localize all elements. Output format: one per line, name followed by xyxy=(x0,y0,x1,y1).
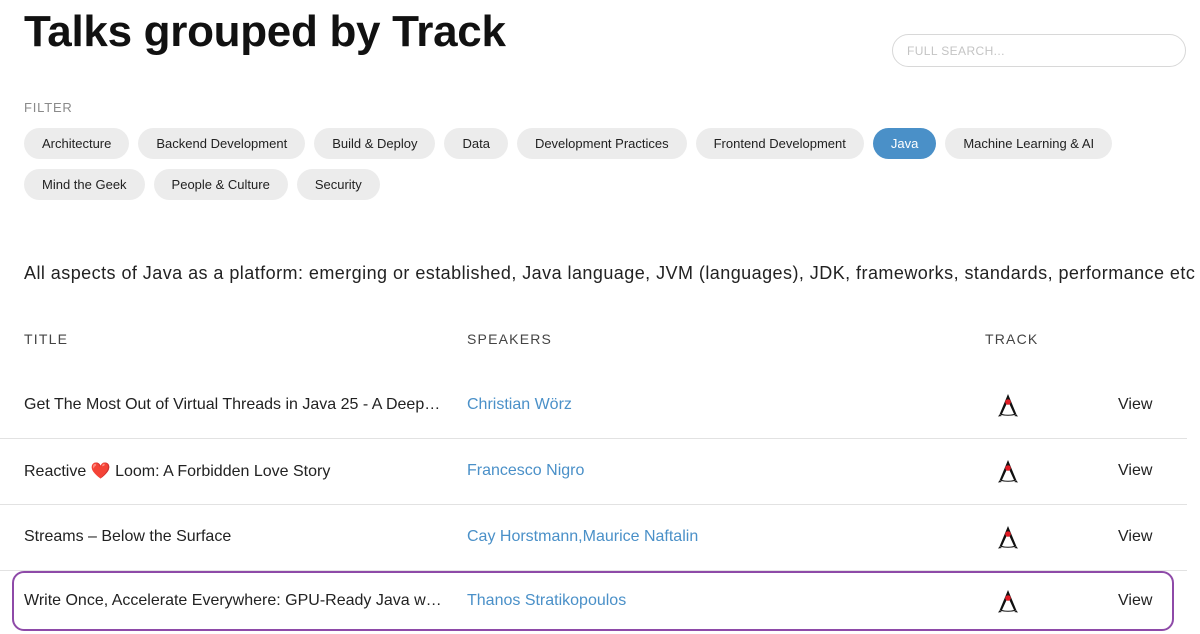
table-row[interactable]: Write Once, Accelerate Everywhere: GPU-R… xyxy=(0,568,1187,634)
table-row[interactable]: Reactive ❤️ Loom: A Forbidden Love Story… xyxy=(0,438,1187,505)
talk-title: Reactive ❤️ Loom: A Forbidden Love Story xyxy=(24,461,444,481)
java-duke-icon xyxy=(998,460,1018,483)
track-cell xyxy=(995,568,1021,634)
filter-chip-row: Architecture Backend Development Build &… xyxy=(24,128,1113,159)
speaker-link[interactable]: Francesco Nigro xyxy=(467,462,584,480)
view-link[interactable]: View xyxy=(1118,592,1152,610)
track-cell xyxy=(995,438,1021,504)
filter-chip-development-practices[interactable]: Development Practices xyxy=(516,128,687,159)
column-header-speakers: SPEAKERS xyxy=(467,331,553,347)
track-cell xyxy=(995,504,1021,570)
view-cell: View xyxy=(1118,568,1152,634)
filter-chip-people-culture[interactable]: People & Culture xyxy=(153,169,288,200)
talk-title-cell: Write Once, Accelerate Everywhere: GPU-R… xyxy=(24,568,444,634)
java-duke-icon xyxy=(998,394,1018,417)
view-link[interactable]: View xyxy=(1118,528,1152,546)
talk-title-part: Reactive xyxy=(24,463,91,480)
column-header-track: TRACK xyxy=(985,331,1039,347)
page-title: Talks grouped by Track xyxy=(24,7,506,56)
filter-chip-backend-development[interactable]: Backend Development xyxy=(138,128,306,159)
talk-title-cell: Reactive ❤️ Loom: A Forbidden Love Story xyxy=(24,438,444,504)
track-cell xyxy=(995,372,1021,438)
filter-chip-java[interactable]: Java xyxy=(872,128,937,159)
filter-chip-frontend-development[interactable]: Frontend Development xyxy=(695,128,864,159)
filter-label: FILTER xyxy=(24,100,73,115)
filter-chip-data[interactable]: Data xyxy=(444,128,508,159)
speakers-cell: Cay Horstmann, Maurice Naftalin xyxy=(467,504,947,570)
search-input[interactable] xyxy=(892,34,1186,67)
view-link[interactable]: View xyxy=(1118,462,1152,480)
filter-chips: Architecture Backend Development Build &… xyxy=(24,128,1113,210)
filter-chip-row: Mind the Geek People & Culture Security xyxy=(24,169,1104,200)
java-duke-icon xyxy=(998,526,1018,549)
view-cell: View xyxy=(1118,504,1152,570)
speaker-link[interactable]: Maurice Naftalin xyxy=(583,528,699,546)
table-row[interactable]: Get The Most Out of Virtual Threads in J… xyxy=(0,372,1187,439)
heart-icon: ❤️ xyxy=(90,463,111,480)
talk-title: Streams – Below the Surface xyxy=(24,528,232,545)
column-header-title: TITLE xyxy=(24,331,69,347)
talk-title-cell: Streams – Below the Surface xyxy=(24,504,444,570)
speaker-link[interactable]: Cay Horstmann xyxy=(467,528,578,546)
speaker-link[interactable]: Thanos Stratikopoulos xyxy=(467,592,626,610)
talk-title: Get The Most Out of Virtual Threads in J… xyxy=(24,396,444,413)
filter-chip-mind-the-geek[interactable]: Mind the Geek xyxy=(24,169,145,200)
view-cell: View xyxy=(1118,372,1152,438)
filter-chip-build-deploy[interactable]: Build & Deploy xyxy=(314,128,436,159)
view-cell: View xyxy=(1118,438,1152,504)
view-link[interactable]: View xyxy=(1118,396,1152,414)
filter-chip-security[interactable]: Security xyxy=(296,169,380,200)
speakers-cell: Christian Wörz xyxy=(467,372,947,438)
talk-title: Write Once, Accelerate Everywhere: GPU-R… xyxy=(24,592,444,609)
filter-chip-architecture[interactable]: Architecture xyxy=(24,128,130,159)
talk-title-cell: Get The Most Out of Virtual Threads in J… xyxy=(24,372,444,438)
speakers-cell: Francesco Nigro xyxy=(467,438,947,504)
speaker-link[interactable]: Christian Wörz xyxy=(467,396,572,414)
filter-chip-machine-learning-ai[interactable]: Machine Learning & AI xyxy=(945,128,1113,159)
track-description: All aspects of Java as a platform: emerg… xyxy=(24,263,1196,283)
java-duke-icon xyxy=(998,590,1018,613)
talk-title-part: Loom: A Forbidden Love Story xyxy=(110,463,331,480)
table-row[interactable]: Streams – Below the Surface Cay Horstman… xyxy=(0,504,1187,571)
speakers-cell: Thanos Stratikopoulos xyxy=(467,568,947,634)
